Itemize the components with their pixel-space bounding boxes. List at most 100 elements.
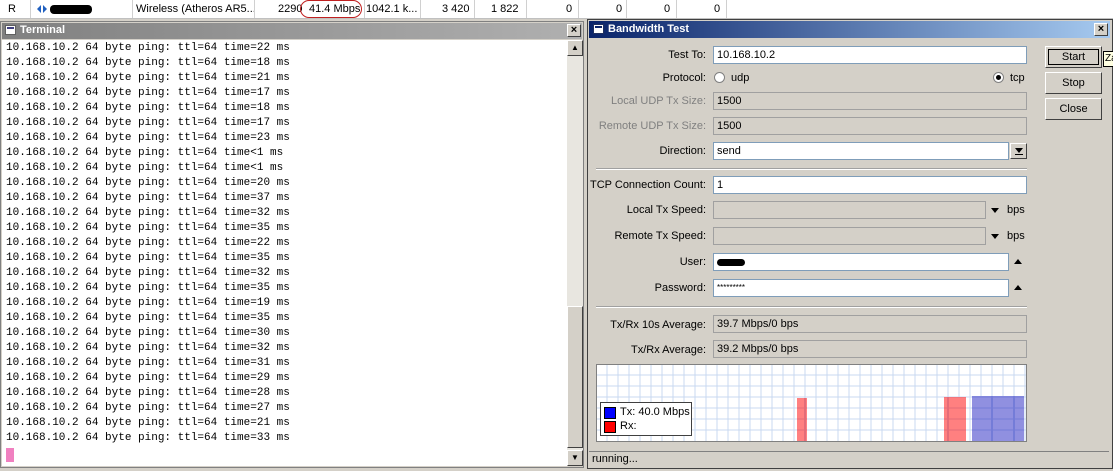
scrollbar-thumb[interactable] [567,306,583,448]
column-divider [132,0,133,18]
terminal-line: 10.168.10.2 64 byte ping: ttl=64 time=35… [6,222,290,234]
password-collapse-icon[interactable] [1014,285,1022,290]
terminal-line: 10.168.10.2 64 byte ping: ttl=64 time=27… [6,402,290,414]
local-tx-speed-label: Local Tx Speed: [626,204,706,216]
graph-legend: Tx: 40.0 Mbps Rx: [600,402,692,436]
local-udp-tx-size-input[interactable]: 1500 [713,92,1027,110]
stop-button[interactable]: Stop [1045,72,1102,94]
tx-rx-average-value: 39.2 Mbps/0 bps [713,340,1027,358]
column-divider [676,0,677,18]
column-divider [420,0,421,18]
direction-label: Direction: [659,145,706,157]
terminal-window[interactable]: Terminal × 10.168.10.2 64 byte ping: ttl… [0,21,584,468]
interface-col-a: 0 [566,3,573,15]
local-tx-speed-dropdown-icon[interactable] [991,208,999,213]
column-divider [526,0,527,18]
terminal-line: 10.168.10.2 64 byte ping: ttl=64 time=30… [6,327,290,339]
password-mask: ********* [717,283,746,292]
tx-rx-average-label: Tx/Rx Average: [631,344,706,356]
user-input[interactable] [713,253,1009,271]
column-divider [30,0,31,18]
start-button[interactable]: Start [1045,46,1102,68]
protocol-tcp-radio[interactable] [993,72,1004,83]
interface-flag: R [8,3,16,15]
interface-col-c: 0 [664,3,671,15]
terminal-line: 10.168.10.2 64 byte ping: ttl=64 time=17… [6,87,290,99]
terminal-cursor [6,448,14,462]
user-label: User: [679,256,706,268]
terminal-output[interactable]: 10.168.10.2 64 byte ping: ttl=64 time=22… [2,40,567,466]
scroll-down-arrow-icon[interactable]: ▼ [567,450,583,466]
local-tx-speed-input[interactable] [713,201,986,219]
interface-row[interactable]: R Wireless (Atheros AR5... 2290 41.4 Mbp… [0,0,1113,19]
remote-udp-tx-size-input[interactable]: 1500 [713,117,1027,135]
test-to-label: Test To: [668,49,706,61]
wireless-interface-icon [37,5,47,13]
column-divider [626,0,627,18]
terminal-close-icon[interactable]: × [567,24,581,37]
remote-tx-speed-unit: bps [1007,230,1025,242]
local-tx-speed-unit: bps [1007,204,1025,216]
bandwidth-title-bar[interactable]: Bandwidth Test × [589,21,1110,38]
protocol-udp-radio[interactable] [714,72,725,83]
test-to-input[interactable]: 10.168.10.2 [713,46,1027,64]
interface-tx-packets: 3 420 [442,3,470,15]
scroll-up-arrow-icon[interactable]: ▲ [567,40,583,56]
password-input[interactable]: ********* [713,279,1009,297]
interface-rx-rate: 1042.1 k... [366,3,418,15]
terminal-window-icon [5,25,16,35]
tx-rx-10s-average-value: 39.7 Mbps/0 bps [713,315,1027,333]
terminal-line: 10.168.10.2 64 byte ping: ttl=64 time=32… [6,342,290,354]
terminal-line: 10.168.10.2 64 byte ping: ttl=64 time=18… [6,102,290,114]
terminal-line: 10.168.10.2 64 byte ping: ttl=64 time<1 … [6,162,284,174]
terminal-line: 10.168.10.2 64 byte ping: ttl=64 time=21… [6,417,290,429]
terminal-line: 10.168.10.2 64 byte ping: ttl=64 time=20… [6,177,290,189]
bandwidth-test-window[interactable]: Bandwidth Test × Test To: 10.168.10.2 Pr… [587,19,1113,469]
direction-select[interactable]: send [713,142,1009,160]
tx-rx-10s-average-label: Tx/Rx 10s Average: [610,319,706,331]
terminal-line: 10.168.10.2 64 byte ping: ttl=64 time=28… [6,387,290,399]
local-udp-tx-size-label: Local UDP Tx Size: [611,95,706,107]
tx-color-swatch [604,407,616,419]
terminal-line: 10.168.10.2 64 byte ping: ttl=64 time=17… [6,117,290,129]
tcp-connection-count-label: TCP Connection Count: [590,179,706,191]
interface-rx-packets: 1 822 [491,3,519,15]
terminal-line: 10.168.10.2 64 byte ping: ttl=64 time=21… [6,72,290,84]
bandwidth-close-icon[interactable]: × [1094,23,1108,36]
protocol-udp-label: udp [731,72,750,84]
column-divider [474,0,475,18]
remote-tx-speed-dropdown-icon[interactable] [991,234,999,239]
start-tooltip: Za [1103,51,1113,67]
redacted-username [717,259,745,266]
terminal-scrollbar[interactable]: ▲ ▼ [567,40,583,466]
terminal-line: 10.168.10.2 64 byte ping: ttl=64 time=23… [6,132,290,144]
terminal-line: 10.168.10.2 64 byte ping: ttl=64 time=18… [6,57,290,69]
interface-col-b: 0 [616,3,623,15]
column-divider [254,0,255,18]
protocol-label: Protocol: [662,72,706,84]
terminal-title: Terminal [20,24,66,36]
legend-tx: Tx: 40.0 Mbps [620,406,690,418]
terminal-line: 10.168.10.2 64 byte ping: ttl=64 time=37… [6,192,290,204]
separator [596,306,1027,308]
tcp-connection-count-input[interactable]: 1 [713,176,1027,194]
close-button[interactable]: Close [1045,98,1102,120]
bandwidth-window-icon [593,24,604,34]
direction-dropdown-icon[interactable] [1010,143,1027,159]
redacted-interface-name [50,5,92,14]
terminal-line: 10.168.10.2 64 byte ping: ttl=64 time=22… [6,237,290,249]
terminal-line: 10.168.10.2 64 byte ping: ttl=64 time=31… [6,357,290,369]
column-divider [364,0,365,18]
column-divider [578,0,579,18]
terminal-title-bar[interactable]: Terminal × [2,23,582,39]
remote-tx-speed-input[interactable] [713,227,986,245]
status-text: running... [592,453,638,465]
column-divider [726,0,727,18]
terminal-line: 10.168.10.2 64 byte ping: ttl=64 time=19… [6,297,290,309]
terminal-line: 10.168.10.2 64 byte ping: ttl=64 time<1 … [6,147,284,159]
bandwidth-title: Bandwidth Test [608,23,690,35]
user-collapse-icon[interactable] [1014,259,1022,264]
terminal-line: 10.168.10.2 64 byte ping: ttl=64 time=32… [6,267,290,279]
terminal-line: 10.168.10.2 64 byte ping: ttl=64 time=29… [6,372,290,384]
interface-type: Wireless (Atheros AR5... [136,3,256,15]
